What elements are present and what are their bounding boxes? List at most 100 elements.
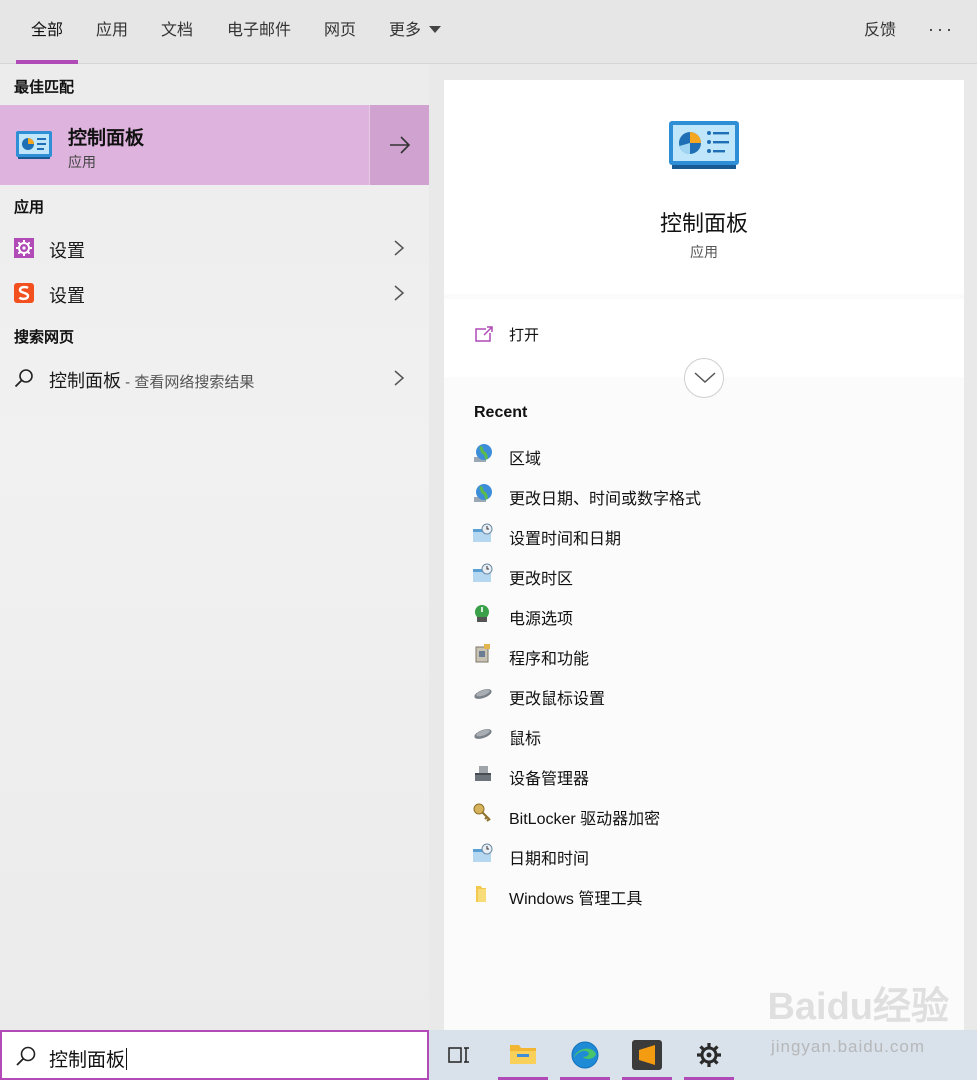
app-result-label: 设置 <box>49 241 85 261</box>
tab-email[interactable]: 电子邮件 <box>216 0 302 64</box>
expand-button[interactable] <box>684 358 724 398</box>
feedback-button[interactable]: 反馈 <box>852 0 908 64</box>
datetime-icon <box>473 523 493 542</box>
recent-item-label: 更改鼠标设置 <box>509 691 606 708</box>
edge-browser-button[interactable] <box>560 1030 610 1080</box>
chevron-right-icon <box>394 370 405 386</box>
task-view-icon <box>448 1047 469 1063</box>
recent-item[interactable]: 鼠标 <box>472 713 952 753</box>
app-result-settings-2[interactable]: 设置 <box>0 271 429 315</box>
tab-label: 网页 <box>323 22 356 39</box>
chevron-down-icon <box>694 372 716 384</box>
recent-item-label: BitLocker 驱动器加密 <box>509 811 661 828</box>
power-options-icon <box>475 605 489 622</box>
caret-down-icon <box>429 26 441 33</box>
recent-item-label: 区域 <box>509 451 542 468</box>
recent-item[interactable]: 设置时间和日期 <box>472 513 952 553</box>
search-icon <box>14 369 33 388</box>
preview-pane: 控制面板 应用 打开 Recent 区域 更改日期、时间或数字格式 设置时间和日… <box>444 80 964 1030</box>
settings-button[interactable] <box>684 1030 734 1080</box>
recent-item[interactable]: 更改时区 <box>472 553 952 593</box>
tab-label: 全部 <box>30 22 63 39</box>
recent-item-label: 更改日期、时间或数字格式 <box>509 491 702 508</box>
more-options-icon[interactable]: ··· <box>928 0 955 64</box>
programs-icon <box>475 644 490 663</box>
app-result-settings[interactable]: 设置 <box>0 226 429 270</box>
recent-item[interactable]: 区域 <box>472 433 952 473</box>
recent-item-label: 日期和时间 <box>509 851 590 868</box>
gear-icon <box>697 1043 721 1067</box>
recent-item-label: 电源选项 <box>509 611 574 628</box>
device-manager-icon <box>475 766 491 781</box>
search-input[interactable]: 控制面板 <box>0 1030 429 1080</box>
globe-icon <box>474 444 492 462</box>
open-label: 打开 <box>509 327 540 344</box>
tab-apps[interactable]: 应用 <box>86 0 138 64</box>
edge-browser-icon <box>571 1041 599 1069</box>
preview-title: 控制面板 <box>659 211 748 236</box>
web-result-label: 控制面板 - 查看网络搜索结果 <box>49 367 254 393</box>
search-query: 控制面板 <box>49 1050 126 1071</box>
app-result-label: 设置 <box>49 286 85 306</box>
tab-all[interactable]: 全部 <box>16 0 78 64</box>
tab-more[interactable]: 更多 <box>380 0 450 64</box>
open-external-icon <box>475 326 493 342</box>
best-match-item[interactable]: 控制面板 应用 <box>0 105 429 185</box>
tab-web[interactable]: 网页 <box>314 0 366 64</box>
sublime-text-icon <box>632 1040 662 1070</box>
mouse-icon <box>474 729 492 739</box>
recent-heading: Recent <box>474 404 528 421</box>
recent-item[interactable]: Windows 管理工具 <box>472 873 952 913</box>
globe-icon <box>474 484 492 502</box>
gear-icon <box>14 238 34 258</box>
bitlocker-key-icon <box>473 803 491 822</box>
web-result-hint: - 查看网络搜索结果 <box>121 374 255 391</box>
tab-label: 文档 <box>160 22 193 39</box>
folder-icon <box>476 886 486 902</box>
recent-item[interactable]: 程序和功能 <box>472 633 952 673</box>
web-heading: 搜索网页 <box>14 329 75 346</box>
control-panel-icon <box>16 131 52 159</box>
search-icon <box>16 1046 36 1066</box>
open-details-button[interactable] <box>369 105 429 185</box>
datetime-icon <box>473 843 493 862</box>
tab-documents[interactable]: 文档 <box>151 0 203 64</box>
recent-item[interactable]: 电源选项 <box>472 593 952 633</box>
arrow-right-icon <box>390 136 411 154</box>
file-explorer-icon <box>510 1045 536 1064</box>
feedback-label: 反馈 <box>863 22 896 39</box>
tab-label: 电子邮件 <box>226 22 291 39</box>
best-match-heading: 最佳匹配 <box>14 79 75 96</box>
sogou-s-icon <box>14 283 34 303</box>
search-input-value: 控制面板 <box>49 1045 128 1072</box>
tab-label: 应用 <box>95 22 128 39</box>
baidu-watermark: Baidu经验 <box>767 986 949 1028</box>
best-match-subtitle: 应用 <box>68 154 96 170</box>
recent-item-label: 鼠标 <box>509 731 542 748</box>
preview-header: 控制面板 应用 <box>444 80 964 294</box>
control-panel-icon <box>669 121 739 169</box>
web-search-result[interactable]: 控制面板 - 查看网络搜索结果 <box>0 356 429 400</box>
best-match-title: 控制面板 <box>68 128 145 149</box>
preview-subtitle: 应用 <box>690 244 718 260</box>
baidu-watermark-url: jingyan.baidu.com <box>770 1037 925 1056</box>
results-list: 最佳匹配 控制面板 应用 应用 设置 设置 搜索网页 控制面板 - 查看网络搜索… <box>0 64 429 1030</box>
recent-item[interactable]: 设备管理器 <box>472 753 952 793</box>
mouse-icon <box>474 689 492 699</box>
recent-item[interactable]: BitLocker 驱动器加密 <box>472 793 952 833</box>
recent-item[interactable]: 更改日期、时间或数字格式 <box>472 473 952 513</box>
datetime-icon <box>473 563 493 582</box>
search-filter-bar: 全部 应用 文档 电子邮件 网页 更多 反馈 ··· <box>0 0 977 64</box>
task-view-button[interactable] <box>434 1030 484 1080</box>
text-cursor <box>126 1048 128 1070</box>
chevron-right-icon <box>394 240 405 256</box>
apps-heading: 应用 <box>14 199 45 216</box>
recent-item-label: 设备管理器 <box>509 771 590 788</box>
tab-label: 更多 <box>388 22 421 39</box>
web-result-query: 控制面板 <box>49 371 121 391</box>
sublime-text-button[interactable] <box>622 1030 672 1080</box>
recent-item[interactable]: 更改鼠标设置 <box>472 673 952 713</box>
file-explorer-button[interactable] <box>498 1030 548 1080</box>
recent-item-label: Windows 管理工具 <box>509 891 643 908</box>
recent-item[interactable]: 日期和时间 <box>472 833 952 873</box>
